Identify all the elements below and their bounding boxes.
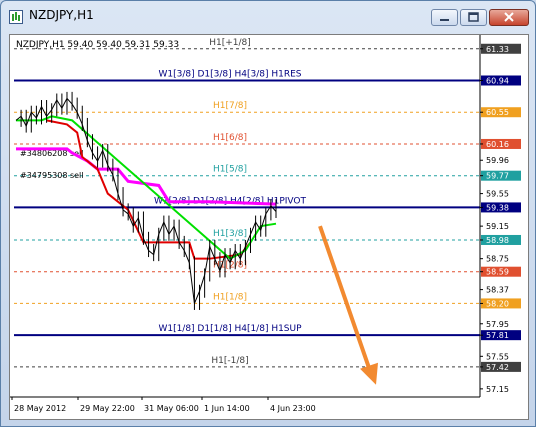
price-tick: 58.75	[486, 255, 509, 264]
chart-window-icon	[9, 9, 23, 24]
time-axis: 28 May 2012 29 May 22:00 31 May 06:00 1 Jun…	[10, 396, 480, 413]
time-tick: 29 May 22:00	[80, 404, 135, 413]
chart-area[interactable]: H1[+1/8] W1[3/8] D1[3/8] H4[3/8] H1RES H1[…	[9, 34, 529, 420]
level-label: H1[5/8]	[213, 165, 247, 175]
price-tick: 59.55	[486, 190, 509, 199]
level-label: W1[3/8] D1[3/8] H4[3/8] H1RES	[158, 69, 301, 79]
price-tick: 60.55	[486, 108, 509, 117]
price-tick: 57.15	[486, 385, 509, 394]
time-tick: 28 May 2012	[14, 404, 66, 413]
level-label: H1[6/8]	[213, 133, 247, 143]
level-label: H1[1/8]	[213, 292, 247, 302]
price-tick: 58.20	[486, 299, 509, 308]
price-tick: 61.33	[486, 45, 509, 54]
symbol-info: NZDJPY,H1 59.40 59.40 59.31 59.33	[16, 40, 179, 50]
level-label: H1[3/8]	[213, 229, 247, 239]
price-tick: 58.59	[486, 268, 509, 277]
price-tick: 59.38	[486, 203, 509, 212]
forecast-arrow	[318, 225, 378, 385]
close-icon	[504, 12, 514, 22]
level-label: H1[-1/8]	[211, 356, 248, 366]
close-button[interactable]	[489, 9, 529, 26]
price-tick: 57.42	[486, 363, 509, 372]
time-tick: 31 May 06:00	[144, 404, 199, 413]
price-tick: 59.77	[486, 172, 509, 181]
price-tick: 58.37	[486, 286, 509, 295]
level-label: H1[+1/8]	[209, 38, 251, 48]
level-label: H1[7/8]	[213, 101, 247, 111]
price-tick: 59.15	[486, 222, 509, 231]
price-tick: 60.94	[486, 76, 509, 85]
price-tick: 58.98	[486, 236, 509, 245]
window-title: NZDJPY,H1	[29, 8, 94, 22]
price-tick: 57.95	[486, 320, 509, 329]
order-label: #34795308 sell	[20, 171, 84, 180]
app-window: NZDJPY,H1 H1[+1/8] W1[3/8] D1[3/8] H4[3/8…	[0, 0, 536, 427]
price-tick: 60.16	[486, 140, 509, 149]
time-tick: 4 Jun 23:00	[270, 404, 316, 413]
maximize-button[interactable]	[460, 9, 487, 26]
arrow-head	[360, 362, 378, 385]
price-chart[interactable]: H1[+1/8] W1[3/8] D1[3/8] H4[3/8] H1RES H1[…	[10, 35, 528, 419]
minimize-icon	[440, 19, 449, 21]
price-axis: 61.33 60.94 60.55 60.16 59.96 59.77 59.55 59.38…	[479, 35, 521, 397]
time-tick: 1 Jun 14:00	[204, 404, 250, 413]
maximize-icon	[468, 12, 479, 22]
price-tick: 57.55	[486, 352, 509, 361]
price-tick: 57.81	[486, 331, 509, 340]
arrow-shaft	[318, 225, 372, 372]
title-bar[interactable]: NZDJPY,H1	[1, 1, 535, 31]
price-tick: 59.96	[486, 156, 509, 165]
level-label: W1[1/8] D1[1/8] H4[1/8] H1SUP	[158, 324, 302, 334]
minimize-button[interactable]	[431, 9, 458, 26]
